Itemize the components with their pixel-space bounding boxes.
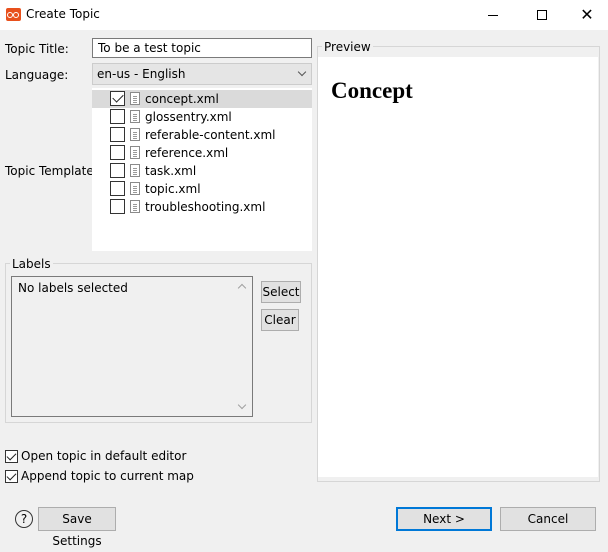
close-button[interactable]: ✕: [564, 0, 608, 30]
file-icon: [130, 200, 140, 213]
file-icon: [130, 164, 140, 177]
template-name: troubleshooting.xml: [145, 200, 266, 214]
labels-list[interactable]: No labels selected: [11, 276, 253, 417]
open-in-editor-label: Open topic in default editor: [21, 449, 187, 463]
save-settings-button[interactable]: Save Settings: [38, 507, 116, 548]
checkbox[interactable]: [110, 145, 125, 160]
maximize-icon: [537, 10, 547, 20]
checkbox[interactable]: [110, 127, 125, 142]
template-name: referable-content.xml: [145, 128, 276, 142]
file-icon: [130, 182, 140, 195]
help-icon[interactable]: ?: [15, 510, 33, 528]
template-list[interactable]: concept.xml glossentry.xml referable-con…: [92, 88, 312, 251]
list-item[interactable]: concept.xml: [92, 90, 312, 108]
scroll-down-icon[interactable]: [237, 400, 247, 410]
template-name: glossentry.xml: [145, 110, 232, 124]
topic-title-label: Topic Title:: [5, 42, 69, 56]
checkbox[interactable]: [110, 91, 125, 106]
topic-title-value: To be a test topic: [98, 41, 201, 55]
list-item[interactable]: referable-content.xml: [92, 126, 312, 144]
file-icon: [130, 92, 140, 105]
language-label: Language:: [5, 68, 69, 82]
template-name: topic.xml: [145, 182, 201, 196]
preview-panel: Concept: [318, 57, 598, 477]
topic-template-label: Topic Template:: [5, 164, 98, 178]
list-item[interactable]: task.xml: [92, 162, 312, 180]
append-to-map-label: Append topic to current map: [21, 469, 194, 483]
window-title: Create Topic: [26, 7, 100, 21]
next-button[interactable]: Next >: [396, 507, 492, 531]
checkbox[interactable]: [110, 109, 125, 124]
language-value: en-us - English: [97, 67, 186, 81]
title-bar: Create Topic ✕: [0, 0, 608, 30]
list-item[interactable]: troubleshooting.xml: [92, 198, 312, 216]
select-labels-button[interactable]: Select: [261, 281, 301, 303]
clear-labels-button[interactable]: Clear: [261, 309, 299, 331]
checkbox[interactable]: [110, 163, 125, 178]
list-item[interactable]: reference.xml: [92, 144, 312, 162]
file-icon: [130, 110, 140, 123]
checkbox[interactable]: [5, 450, 18, 463]
labels-group-title: Labels: [10, 257, 53, 271]
checkbox[interactable]: [110, 199, 125, 214]
file-icon: [130, 146, 140, 159]
checkbox[interactable]: [5, 470, 18, 483]
minimize-icon: [488, 14, 498, 16]
preview-heading: Concept: [331, 78, 413, 103]
checkbox[interactable]: [110, 181, 125, 196]
template-name: task.xml: [145, 164, 197, 178]
list-item[interactable]: topic.xml: [92, 180, 312, 198]
minimize-button[interactable]: [470, 0, 516, 30]
file-icon: [130, 128, 140, 141]
maximize-button[interactable]: [519, 0, 565, 30]
close-icon: ✕: [580, 5, 594, 24]
language-select[interactable]: en-us - English: [92, 63, 312, 85]
labels-empty-text: No labels selected: [18, 281, 128, 295]
list-item[interactable]: glossentry.xml: [92, 108, 312, 126]
template-name: concept.xml: [145, 92, 219, 106]
cancel-button[interactable]: Cancel: [500, 507, 596, 531]
app-logo-icon: [6, 8, 21, 21]
preview-title: Preview: [322, 40, 373, 54]
chevron-down-icon: [297, 67, 307, 77]
topic-title-input[interactable]: To be a test topic: [92, 38, 312, 58]
scroll-up-icon[interactable]: [237, 283, 247, 293]
template-name: reference.xml: [145, 146, 229, 160]
